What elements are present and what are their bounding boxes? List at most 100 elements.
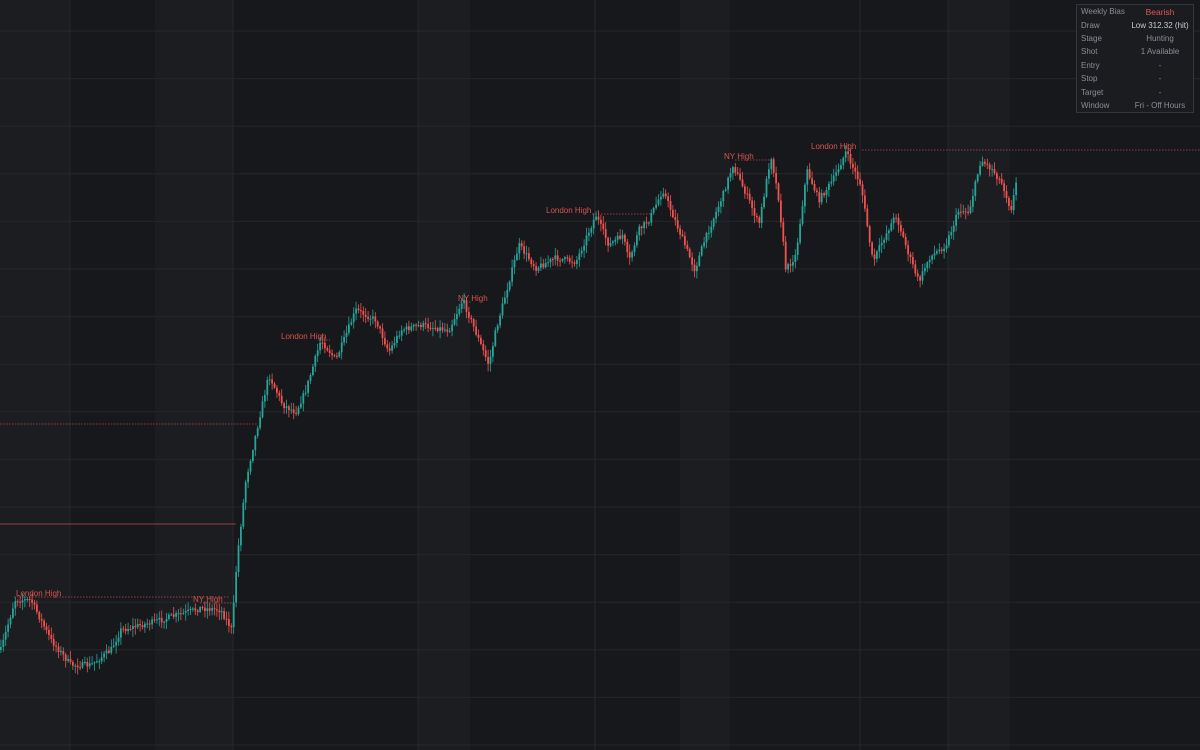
candle-body: [331, 353, 333, 356]
candle-body: [552, 259, 554, 260]
candle: [410, 322, 413, 333]
candle-body: [484, 350, 487, 357]
candle-body: [528, 253, 530, 260]
candle-body: [604, 229, 607, 238]
candle-body: [710, 226, 713, 233]
candle-body: [703, 242, 705, 247]
candle: [297, 405, 300, 416]
candle-body: [187, 609, 189, 611]
candle-body: [847, 151, 849, 154]
candle: [331, 349, 333, 360]
candle-body: [280, 395, 283, 404]
panel-label: Shot: [1081, 47, 1098, 57]
candle-body: [170, 614, 173, 616]
candle-body: [904, 236, 907, 246]
candle-body: [7, 624, 9, 632]
candle: [820, 189, 823, 205]
candle-body: [511, 267, 513, 282]
candle: [739, 168, 741, 182]
candle-body: [662, 193, 665, 197]
candle: [907, 240, 909, 262]
candle: [669, 195, 672, 217]
candle: [648, 221, 650, 227]
candle-body: [645, 222, 648, 224]
candle-body: [492, 345, 494, 357]
candle: [876, 250, 878, 263]
price-chart[interactable]: London High NY High London High NY High Lond…: [0, 0, 1200, 750]
candle: [806, 165, 809, 192]
candle-body: [163, 621, 165, 623]
candle-body: [129, 628, 132, 630]
candle-body: [345, 332, 348, 337]
candle-body: [960, 211, 962, 213]
candle-body: [144, 623, 146, 628]
panel-value-window: Fri - Off Hours: [1134, 100, 1186, 110]
candle: [316, 343, 319, 362]
candle-body: [136, 624, 139, 628]
candle-body: [952, 225, 955, 232]
candle-body: [247, 471, 249, 483]
candle: [112, 638, 115, 649]
candle-body: [986, 163, 989, 165]
candle: [828, 181, 830, 197]
candle: [528, 247, 530, 262]
candle-body: [292, 409, 295, 413]
bias-info-panel: Weekly Bias Bearish Draw Low 312.32 (hit…: [1076, 4, 1194, 114]
candle-body: [456, 314, 458, 320]
candle-body: [585, 235, 588, 246]
candle: [746, 186, 749, 200]
candle: [81, 659, 84, 669]
candle: [134, 618, 137, 635]
candle-body: [182, 612, 185, 614]
candle: [355, 301, 357, 321]
candle-body: [760, 207, 763, 223]
candle: [924, 263, 926, 276]
candle-body: [943, 248, 945, 252]
candle-body: [93, 662, 96, 664]
candle-body: [525, 253, 528, 255]
candle-body: [772, 159, 775, 173]
candle: [564, 255, 566, 264]
candle-body: [278, 392, 281, 396]
candle-body: [739, 173, 741, 180]
candle: [885, 225, 888, 243]
candle-body: [753, 208, 756, 216]
panel-row-stop: Stop -: [1077, 72, 1193, 85]
candle-body: [727, 177, 729, 190]
candle-body: [367, 316, 369, 319]
candle: [832, 168, 835, 186]
candle: [98, 658, 101, 670]
candle-body: [633, 245, 636, 253]
candle-body: [748, 193, 751, 201]
candle: [914, 259, 917, 277]
candle-body: [969, 206, 972, 213]
candle: [396, 330, 398, 348]
candle-body: [216, 609, 218, 611]
candle-body: [264, 394, 266, 402]
candle: [475, 319, 477, 337]
candle-body: [489, 356, 492, 364]
candle: [544, 258, 547, 269]
candle: [542, 258, 545, 270]
candle: [933, 245, 936, 260]
candle: [271, 373, 273, 390]
candle: [398, 330, 401, 340]
candle-body: [868, 226, 871, 243]
candle: [480, 334, 482, 346]
candle-body: [912, 257, 914, 265]
candle-body: [350, 322, 353, 325]
candle-body: [777, 183, 780, 201]
candle-body: [297, 407, 300, 414]
candle-body: [859, 179, 861, 185]
candle-body: [412, 324, 415, 327]
candle: [235, 566, 237, 608]
candle-body: [302, 393, 305, 404]
candle-body: [609, 243, 612, 246]
candle: [520, 240, 523, 251]
candle-body: [194, 608, 197, 611]
candle-body: [964, 211, 967, 213]
candle-body: [91, 663, 93, 665]
candle-body: [787, 264, 789, 270]
candle: [151, 616, 153, 630]
candle-body: [751, 200, 753, 209]
